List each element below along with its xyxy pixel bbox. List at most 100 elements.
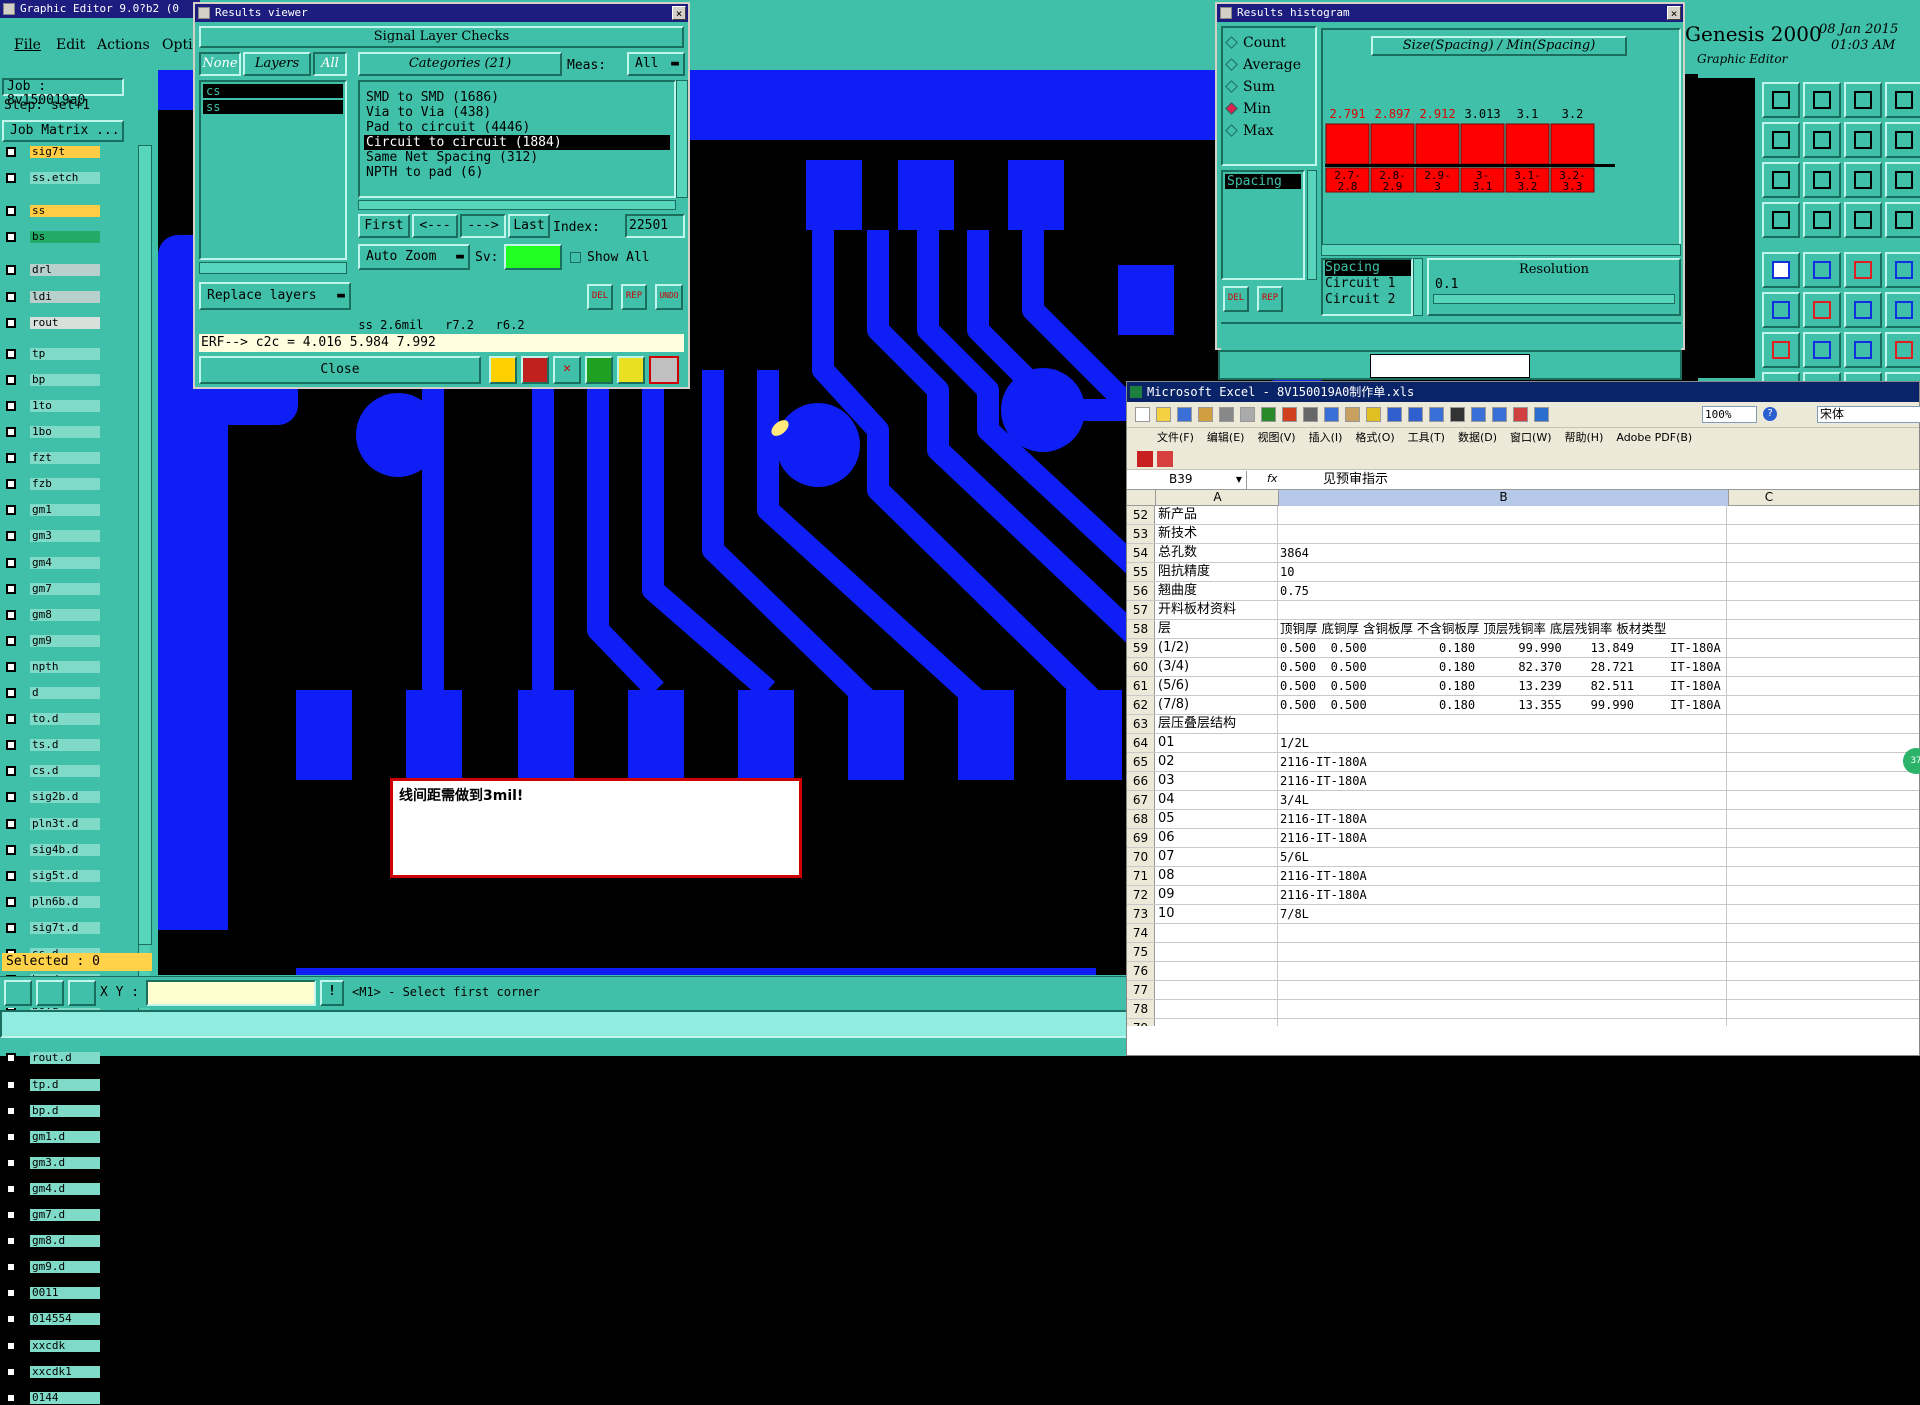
excel-menu-item[interactable]: 帮助(H) (1565, 431, 1604, 444)
histogram-sys-icon[interactable] (1220, 7, 1232, 19)
snap-icon[interactable] (1885, 122, 1920, 158)
connect-icon[interactable] (1762, 292, 1800, 328)
open-job-icon[interactable] (1762, 82, 1800, 118)
menu-edit[interactable]: Edit (56, 37, 85, 53)
stat-option[interactable]: Sum (1225, 76, 1315, 98)
cell-c[interactable] (1729, 905, 1919, 923)
layer-row[interactable]: ldi (2, 290, 124, 304)
layer-name[interactable]: gm9.d (30, 1261, 100, 1274)
cell-a[interactable] (1157, 962, 1278, 980)
cell-c[interactable] (1729, 544, 1919, 562)
cell-a[interactable]: 层 (1157, 620, 1278, 638)
layer-row[interactable]: xxcdk1 (2, 1365, 124, 1379)
layer-name[interactable]: sig5t.d (30, 869, 100, 882)
layer-name[interactable]: 0011 (30, 1287, 100, 1300)
layer-row[interactable]: gm4.d (2, 1182, 124, 1196)
layer-checkbox[interactable] (6, 766, 16, 777)
layer-checkbox[interactable] (6, 1392, 16, 1403)
rep-icon[interactable]: REP (621, 284, 647, 310)
cell-b[interactable]: 3864 (1279, 544, 1727, 562)
layer-checkbox[interactable] (6, 1210, 16, 1220)
spreadsheet-grid[interactable]: 52 新产品 53 新技术 54 总孔数 3864 55 阻抗精度 10 56 翘曲度 0.75 57 开料… (1127, 506, 1919, 1026)
stat-option[interactable]: Average (1225, 54, 1315, 76)
layer-row[interactable]: bs (2, 231, 124, 244)
row-header[interactable]: 64 (1127, 734, 1155, 752)
layer-name[interactable]: tp (30, 347, 100, 360)
chart-icon[interactable] (585, 356, 613, 384)
save-icon[interactable] (1177, 407, 1192, 422)
next-step-icon[interactable] (1803, 122, 1841, 158)
layer-checkbox[interactable] (6, 453, 16, 464)
row-header[interactable]: 66 (1127, 772, 1155, 790)
layer-checkbox[interactable] (6, 896, 16, 907)
row-header[interactable]: 60 (1127, 658, 1155, 676)
sort-asc-icon[interactable] (1471, 407, 1486, 422)
stat-option[interactable]: Min (1225, 98, 1315, 120)
layer-row[interactable]: ss (2, 205, 124, 218)
layer-row[interactable]: gm4 (2, 556, 124, 570)
cell-b[interactable]: 顶铜厚 底铜厚 含铜板厚 不含铜板厚 顶层残铜率 底层残铜率 板材类型 (1279, 620, 1727, 638)
cell-c[interactable] (1729, 791, 1919, 809)
cell-c[interactable] (1729, 924, 1919, 942)
layer-checkbox[interactable] (6, 661, 16, 672)
cell-a[interactable]: 10 (1157, 905, 1278, 923)
row-header[interactable]: 72 (1127, 886, 1155, 904)
layer-checkbox[interactable] (6, 1183, 16, 1194)
row-header[interactable]: 70 (1127, 848, 1155, 866)
results-viewer-sys-icon[interactable] (198, 7, 210, 19)
cell-c[interactable] (1729, 525, 1919, 543)
cell-a[interactable]: 03 (1157, 772, 1278, 790)
next-button[interactable]: ---> (460, 214, 506, 238)
layer-name[interactable]: cs.d (30, 765, 100, 778)
legend-circuit-2[interactable]: Circuit 2 (1325, 292, 1411, 308)
cell-a[interactable]: (1/2) (1157, 639, 1278, 657)
layer-checkbox[interactable] (6, 1288, 16, 1299)
cell-a[interactable]: 05 (1157, 810, 1278, 828)
layer-row[interactable]: gm3.d (2, 1156, 124, 1170)
category-item[interactable]: Pad to circuit (4446) (364, 120, 670, 135)
report-icon[interactable] (521, 356, 549, 384)
histogram-bar[interactable] (1460, 123, 1505, 165)
spell-icon[interactable] (1261, 407, 1276, 422)
radio-icon[interactable] (1225, 36, 1238, 49)
open-icon[interactable] (1156, 407, 1171, 422)
layer-name[interactable]: tp.d (30, 1078, 100, 1091)
layer-checkbox[interactable] (6, 374, 16, 385)
layer-name[interactable]: gm7 (30, 582, 100, 595)
cell-a[interactable]: 07 (1157, 848, 1278, 866)
layer-checkbox[interactable] (6, 1314, 16, 1325)
cell-c[interactable] (1729, 962, 1919, 980)
layer-checkbox[interactable] (6, 505, 16, 516)
undo-icon[interactable]: UNDO (655, 284, 683, 310)
layer-checkbox[interactable] (6, 688, 16, 698)
layer-name[interactable]: rout.d (30, 1052, 100, 1065)
histogram-close-icon[interactable]: × (1667, 6, 1681, 20)
results-viewer-close-icon[interactable]: × (672, 6, 686, 20)
layer-name[interactable]: gm7.d (30, 1209, 100, 1221)
layer-row[interactable]: gm9 (2, 634, 124, 648)
cell-b[interactable]: 0.500 0.500 0.180 13.239 82.511 IT-180A (1279, 677, 1727, 695)
layer-checkbox[interactable] (6, 922, 16, 933)
show-all-checkbox[interactable] (570, 252, 581, 263)
row-header[interactable]: 61 (1127, 677, 1155, 695)
layer-row[interactable]: gm8.d (2, 1235, 124, 1248)
row-header[interactable]: 74 (1127, 924, 1155, 942)
cell-a[interactable]: 层压叠层结构 (1157, 715, 1278, 733)
layer-checkbox[interactable] (6, 232, 16, 243)
layer-name[interactable]: ss.etch (30, 172, 100, 185)
layer-checkbox[interactable] (6, 557, 16, 568)
layer-row[interactable]: drl (2, 264, 124, 277)
research-icon[interactable] (1282, 407, 1297, 422)
zoom-fit-icon[interactable] (1803, 162, 1841, 198)
row-header[interactable]: 79 (1127, 1019, 1155, 1026)
cell-b[interactable] (1279, 506, 1727, 524)
layer-name[interactable]: gm3.d (30, 1156, 100, 1169)
excel-menu-item[interactable]: 插入(I) (1309, 431, 1343, 444)
excel-menu-item[interactable]: 窗口(W) (1510, 431, 1551, 444)
category-scrollbar[interactable] (676, 80, 688, 198)
layer-name[interactable]: fzt (30, 452, 100, 465)
layer-checkbox[interactable] (6, 348, 16, 359)
all-layers-button[interactable]: All (313, 52, 347, 76)
zoom-tool-icon[interactable] (4, 980, 32, 1006)
histogram-icon[interactable] (649, 356, 679, 384)
